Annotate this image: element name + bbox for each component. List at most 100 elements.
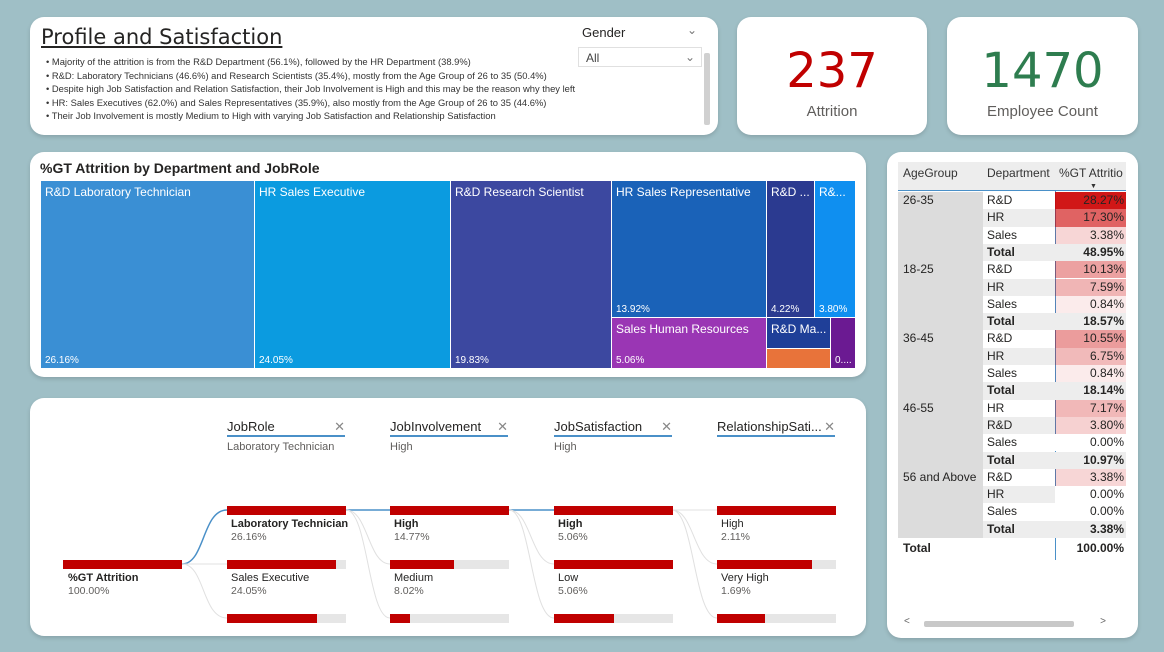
- matrix-department-cell: HR: [987, 210, 1005, 225]
- decomp-node-value: 5.06%: [558, 585, 588, 597]
- matrix-department-cell: R&D: [987, 262, 1013, 277]
- treemap-tile[interactable]: 0....: [831, 318, 855, 368]
- decomp-bar-root[interactable]: [63, 560, 182, 569]
- insight-item: R&D: Laboratory Technicians (46.6%) and …: [46, 69, 696, 83]
- matrix-subtotal-value: 18.57%: [1083, 314, 1124, 329]
- treemap-tile[interactable]: HR Sales Executive 24.05%: [255, 181, 450, 368]
- close-icon: ✕: [497, 419, 508, 434]
- treemap-tile[interactable]: R&D Ma...: [767, 318, 830, 348]
- treemap-tile[interactable]: HR Sales Representative 13.92%: [612, 181, 766, 317]
- attrition-value: 237: [786, 43, 878, 99]
- decomp-node-value: 1.69%: [721, 585, 751, 597]
- gender-slicer-dropdown[interactable]: All ⌄: [578, 47, 702, 67]
- decomp-header-relationshipsatisfaction[interactable]: RelationshipSati... ✕: [717, 419, 835, 437]
- chevron-down-icon[interactable]: ⌄: [687, 23, 697, 37]
- matrix-value-cell: 7.59%: [1055, 278, 1126, 296]
- chevron-left-icon[interactable]: <: [904, 616, 910, 627]
- matrix-horizontal-scrollbar[interactable]: < >: [898, 616, 1126, 630]
- decomp-bar[interactable]: [390, 506, 509, 515]
- matrix-value-cell: 3.80%: [1055, 416, 1126, 435]
- matrix-subtotal-value: 3.38%: [1089, 521, 1124, 536]
- matrix-department-cell: Sales: [987, 366, 1018, 380]
- profile-title: Profile and Satisfaction: [41, 25, 283, 49]
- decomp-bar[interactable]: [554, 506, 673, 515]
- decomp-selected-jobrole: Laboratory Technician: [227, 441, 335, 453]
- matrix-agegroup-cell: 36-45: [903, 331, 934, 346]
- matrix-agegroup-cell: 18-25: [903, 262, 934, 277]
- decomp-bar[interactable]: [227, 614, 346, 623]
- matrix-department-cell: R&D: [987, 417, 1013, 432]
- treemap-tile[interactable]: R&D Laboratory Technician 26.16%: [41, 181, 254, 368]
- attrition-kpi-card: 237 Attrition: [737, 17, 927, 135]
- treemap-tile[interactable]: Sales Human Resources 5.06%: [612, 318, 766, 368]
- sort-desc-icon[interactable]: ▼: [1090, 183, 1097, 190]
- insight-scrollbar[interactable]: [704, 53, 710, 125]
- decomp-node-label: Sales Executive: [231, 572, 310, 584]
- matrix-value-cell: 0.84%: [1055, 365, 1126, 383]
- matrix-subtotal-value: 10.97%: [1083, 452, 1124, 467]
- gender-slicer-title: Gender: [582, 25, 626, 40]
- matrix-value-cell: 28.27%: [1055, 192, 1126, 210]
- close-icon: ✕: [334, 419, 345, 434]
- decomp-bar[interactable]: [717, 506, 836, 515]
- insight-item: HR: Sales Executives (62.0%) and Sales R…: [46, 96, 696, 110]
- decomp-header-jobsatisfaction[interactable]: JobSatisfaction ✕: [554, 419, 672, 437]
- matrix-department-cell: Sales: [987, 227, 1018, 242]
- attrition-label: Attrition: [806, 103, 858, 120]
- treemap-title: %GT Attrition by Department and JobRole: [40, 160, 320, 176]
- employee-count-label: Employee Count: [987, 103, 1098, 120]
- scroll-thumb[interactable]: [924, 621, 1074, 627]
- decomp-header-jobrole[interactable]: JobRole ✕: [227, 419, 345, 437]
- decomp-bar[interactable]: [717, 614, 836, 623]
- matrix-department-cell: HR: [987, 348, 1005, 363]
- decomp-node-value: 24.05%: [231, 585, 267, 597]
- matrix-department-cell: HR: [987, 400, 1005, 415]
- matrix-value-cell: 0.00%: [1055, 503, 1126, 521]
- decomp-node-value: 2.11%: [721, 531, 750, 543]
- matrix-grand-total-label: Total: [903, 541, 931, 555]
- chevron-right-icon[interactable]: >: [1100, 616, 1106, 627]
- decomp-bar[interactable]: [554, 614, 673, 623]
- decomp-node-label: Laboratory Technician: [231, 518, 349, 530]
- decomp-bar[interactable]: [390, 614, 509, 623]
- treemap-tile[interactable]: R&D Research Scientist 19.83%: [451, 181, 611, 368]
- decomp-header-jobinvolvement[interactable]: JobInvolvement ✕: [390, 419, 508, 437]
- decomp-node-value: 14.77%: [394, 531, 430, 543]
- matrix-subtotal-label: Total: [987, 521, 1015, 536]
- treemap-card: %GT Attrition by Department and JobRole …: [30, 152, 866, 377]
- decomp-bar[interactable]: [717, 560, 836, 569]
- decomp-selected-jobsatisfaction: High: [554, 441, 577, 453]
- age-department-matrix: AgeGroup Department %GT Attritio ▼ 26-35…: [898, 162, 1126, 560]
- treemap-tile[interactable]: R&D ... 4.22%: [767, 181, 814, 317]
- matrix-value-cell: 10.55%: [1055, 330, 1126, 348]
- decomp-root-label: %GT Attrition: [68, 572, 139, 584]
- matrix-value-cell: 3.38%: [1055, 468, 1126, 487]
- decomp-bar[interactable]: [227, 560, 346, 569]
- decomp-bar[interactable]: [554, 560, 673, 569]
- chevron-down-icon: ⌄: [684, 50, 695, 64]
- matrix-department-cell: HR: [987, 487, 1005, 502]
- matrix-value-cell: 0.00%: [1055, 486, 1126, 504]
- matrix-subtotal-label: Total: [987, 244, 1015, 259]
- decomp-root-value: 100.00%: [68, 585, 110, 597]
- decomp-node-label: High: [558, 518, 583, 530]
- decomposition-tree-card: JobRole ✕ Laboratory Technician JobInvolv…: [30, 398, 866, 636]
- matrix-value-cell: 10.13%: [1055, 261, 1126, 279]
- matrix-subtotal-value: 18.14%: [1083, 383, 1124, 398]
- matrix-department-cell: Sales: [987, 504, 1018, 519]
- treemap-tile[interactable]: R&... 3.80%: [815, 181, 855, 317]
- matrix-agegroup-cell: 46-55: [903, 400, 934, 415]
- matrix-value-cell: 0.00%: [1055, 434, 1126, 452]
- profile-card: Profile and Satisfaction Majority of the…: [30, 17, 718, 135]
- matrix-header-agegroup[interactable]: AgeGroup: [898, 162, 983, 190]
- decomp-node-label: Low: [558, 572, 579, 584]
- matrix-department-cell: Sales: [987, 435, 1018, 450]
- matrix-header-department[interactable]: Department: [983, 162, 1055, 190]
- insight-item: Their Job Involvement is mostly Medium t…: [46, 109, 696, 123]
- decomp-bar[interactable]: [227, 506, 346, 515]
- decomp-node-label: High: [394, 518, 419, 530]
- treemap-tile[interactable]: [767, 349, 830, 368]
- matrix-subtotal-label: Total: [987, 314, 1015, 329]
- decomp-bar[interactable]: [390, 560, 509, 569]
- matrix-grand-total-value: 100.00%: [1076, 541, 1124, 555]
